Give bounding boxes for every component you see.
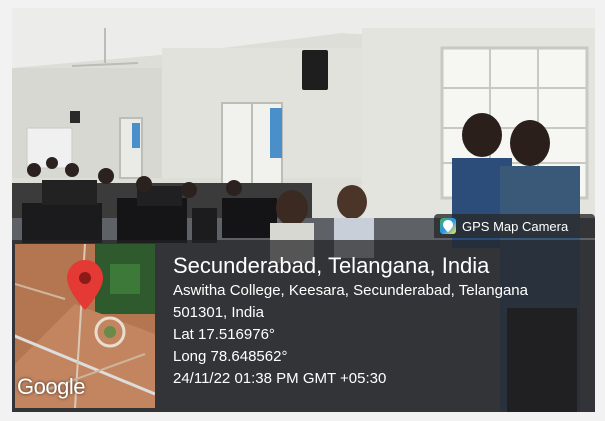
- wall-speaker-small: [70, 111, 80, 123]
- map-pin-icon: [440, 218, 456, 234]
- photo-frame: GPS Map Camera Google Secunderabad, Tela…: [12, 8, 595, 412]
- address-line-1: Aswitha College, Keesara, Secunderabad, …: [173, 282, 528, 299]
- longitude: Long 78.648562°: [173, 348, 288, 365]
- window-left: [119, 117, 143, 179]
- gps-app-name: GPS Map Camera: [462, 218, 569, 234]
- location-details: Secunderabad, Telangana, India Aswitha C…: [173, 252, 528, 390]
- address-line-2: 501301, India: [173, 304, 264, 321]
- location-pin-icon: [67, 260, 103, 310]
- google-logo: Google: [17, 374, 85, 399]
- gps-app-badge: GPS Map Camera: [434, 214, 595, 238]
- location-title: Secunderabad, Telangana, India: [173, 253, 490, 278]
- timestamp: 24/11/22 01:38 PM GMT +05:30: [173, 370, 387, 387]
- map-thumbnail: Google: [15, 244, 155, 408]
- wall-speaker: [302, 50, 328, 90]
- location-info-panel: Google Secunderabad, Telangana, India As…: [12, 240, 595, 412]
- latitude: Lat 17.516976°: [173, 326, 275, 343]
